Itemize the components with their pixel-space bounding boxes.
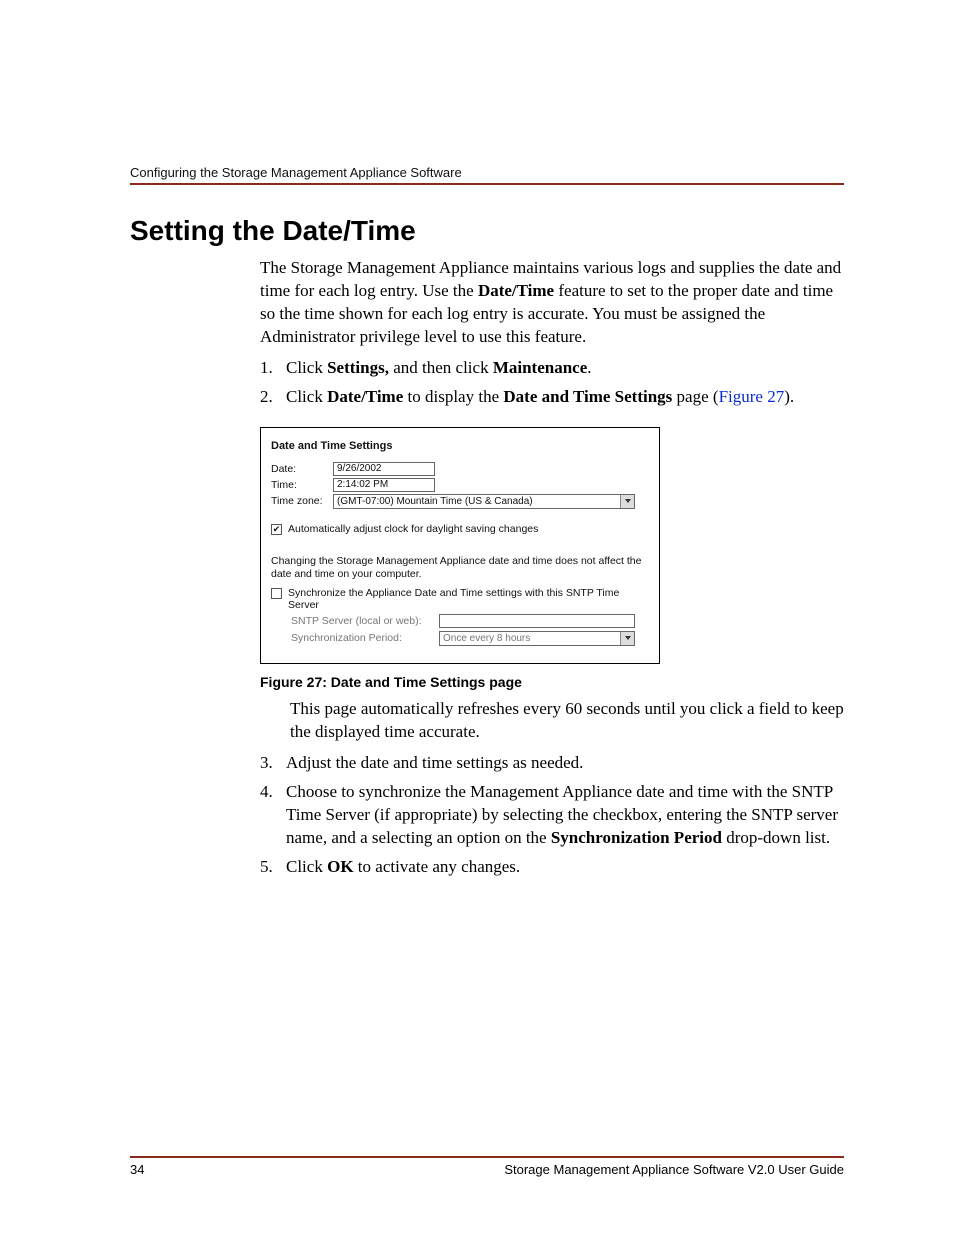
- figure-caption: Figure 27: Date and Time Settings page: [260, 674, 844, 690]
- footer-rule: [130, 1156, 844, 1158]
- date-input[interactable]: 9/26/2002: [333, 462, 435, 476]
- figure-27: Date and Time Settings Date: 9/26/2002 T…: [260, 427, 660, 664]
- chevron-down-icon: [620, 632, 634, 645]
- post-figure-note: This page automatically refreshes every …: [290, 698, 844, 744]
- step-2: 2. Click Date/Time to display the Date a…: [260, 386, 844, 409]
- term-date-time: Date/Time: [478, 281, 554, 300]
- dst-checkbox-label: Automatically adjust clock for daylight …: [288, 523, 538, 535]
- step-number: 2.: [260, 386, 286, 409]
- chevron-down-icon: [620, 495, 634, 508]
- term-page-name: Date and Time Settings: [503, 387, 672, 406]
- timezone-select[interactable]: (GMT-07:00) Mountain Time (US & Canada): [333, 494, 635, 509]
- timezone-label: Time zone:: [271, 495, 329, 507]
- step-5: 5. Click OK to activate any changes.: [260, 856, 844, 879]
- text: ).: [784, 387, 794, 406]
- page-title: Setting the Date/Time: [130, 215, 844, 247]
- header-rule: [130, 183, 844, 185]
- sntp-server-label: SNTP Server (local or web):: [291, 615, 433, 627]
- doc-title: Storage Management Appliance Software V2…: [504, 1162, 844, 1177]
- step-number: 3.: [260, 752, 286, 775]
- term-date-time: Date/Time: [327, 387, 403, 406]
- page-number: 34: [130, 1162, 144, 1177]
- figure-note: Changing the Storage Management Applianc…: [271, 555, 649, 581]
- text: and then click: [389, 358, 493, 377]
- figure-27-link[interactable]: Figure 27: [719, 387, 785, 406]
- sync-checkbox[interactable]: [271, 588, 282, 599]
- term-settings: Settings,: [327, 358, 389, 377]
- dst-checkbox[interactable]: ✔: [271, 524, 282, 535]
- term-ok: OK: [327, 857, 353, 876]
- timezone-value: (GMT-07:00) Mountain Time (US & Canada): [337, 496, 533, 507]
- step-4: 4. Choose to synchronize the Management …: [260, 781, 844, 850]
- date-label: Date:: [271, 463, 329, 475]
- step-3: 3. Adjust the date and time settings as …: [260, 752, 844, 775]
- term-maintenance: Maintenance: [493, 358, 587, 377]
- sync-period-label: Synchronization Period:: [291, 632, 433, 644]
- text: to activate any changes.: [354, 857, 521, 876]
- sync-period-value: Once every 8 hours: [443, 633, 530, 644]
- text: to display the: [403, 387, 503, 406]
- term-sync-period: Synchronization Period: [551, 828, 722, 847]
- time-label: Time:: [271, 479, 329, 491]
- sync-checkbox-label: Synchronize the Appliance Date and Time …: [288, 587, 649, 611]
- time-input[interactable]: 2:14:02 PM: [333, 478, 435, 492]
- step-1: 1. Click Settings, and then click Mainte…: [260, 357, 844, 380]
- running-header: Configuring the Storage Management Appli…: [130, 165, 844, 180]
- step-number: 5.: [260, 856, 286, 879]
- step-number: 1.: [260, 357, 286, 380]
- text: Click: [286, 358, 327, 377]
- text: drop-down list.: [722, 828, 830, 847]
- sntp-server-input[interactable]: [439, 614, 635, 628]
- page-footer: 34 Storage Management Appliance Software…: [130, 1156, 844, 1177]
- sync-period-select[interactable]: Once every 8 hours: [439, 631, 635, 646]
- text: page (: [672, 387, 718, 406]
- text: Click: [286, 387, 327, 406]
- text: Adjust the date and time settings as nee…: [286, 752, 583, 775]
- text: .: [587, 358, 591, 377]
- intro-paragraph: The Storage Management Appliance maintai…: [260, 257, 844, 349]
- step-number: 4.: [260, 781, 286, 850]
- text: Click: [286, 857, 327, 876]
- panel-title: Date and Time Settings: [271, 440, 649, 452]
